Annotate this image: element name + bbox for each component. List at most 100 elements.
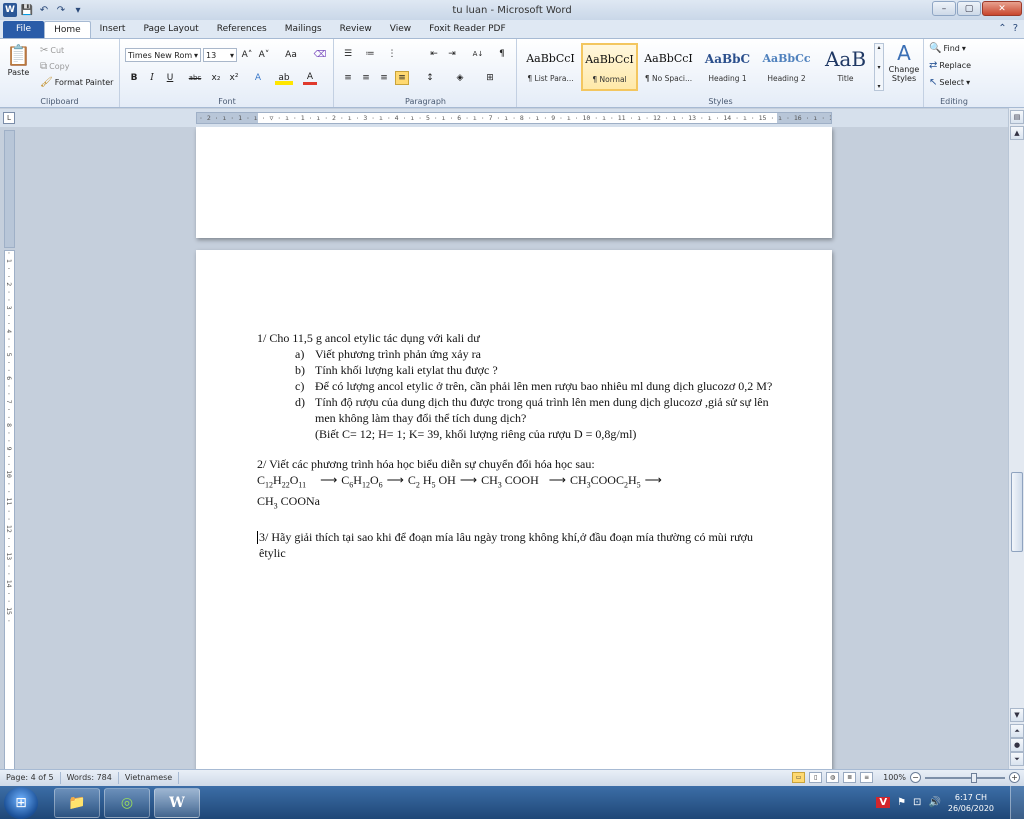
select-browse-object-icon[interactable]: ● (1010, 738, 1024, 752)
document-body[interactable]: 1/ Cho 11,5 g ancol etylic tác dụng với … (257, 330, 777, 561)
tab-home[interactable]: Home (44, 21, 91, 38)
clear-formatting-icon[interactable]: ⌫ (313, 48, 327, 62)
tab-review[interactable]: Review (331, 21, 381, 38)
word-app-icon[interactable]: W (3, 3, 17, 17)
bold-button[interactable]: B (127, 71, 141, 85)
shrink-font-button[interactable]: A˅ (257, 48, 271, 62)
style-title[interactable]: AaB Title (817, 43, 874, 91)
scroll-up-icon[interactable]: ▲ (1010, 126, 1024, 140)
page-current[interactable]: 1/ Cho 11,5 g ancol etylic tác dụng với … (196, 250, 832, 769)
align-center-icon[interactable]: ≡ (359, 71, 373, 85)
flag-icon[interactable]: ⚑ (897, 797, 906, 808)
file-explorer-icon[interactable]: 📁 (54, 787, 100, 818)
font-name-combo[interactable]: Times New Rom ▾ (125, 48, 201, 62)
borders-icon[interactable]: ⊞ (483, 71, 497, 85)
word-taskbar-icon[interactable]: W (154, 787, 200, 818)
horizontal-ruler[interactable]: · 2 · ı · 1 · ı · ▽ · ı · 1 · ı · 2 · ı … (196, 112, 832, 124)
align-left-icon[interactable]: ≡ (341, 71, 355, 85)
page-previous[interactable] (196, 127, 832, 238)
word-count[interactable]: Words: 784 (61, 772, 119, 784)
tab-view[interactable]: View (381, 21, 420, 38)
style-list-paragraph[interactable]: AaBbCcI ¶ List Para... (522, 43, 579, 91)
sort-button[interactable]: A↓ (469, 47, 487, 61)
undo-icon[interactable]: ↶ (37, 3, 51, 17)
previous-page-icon[interactable]: ⏶ (1010, 724, 1024, 738)
multilevel-list-icon[interactable]: ⋮ (385, 47, 399, 61)
next-page-icon[interactable]: ⏷ (1010, 752, 1024, 766)
decrease-indent-icon[interactable]: ⇤ (427, 47, 441, 61)
help-icon[interactable]: ? (1013, 23, 1018, 34)
zoom-in-icon[interactable]: + (1009, 772, 1020, 783)
browser-icon[interactable]: ◎ (104, 787, 150, 818)
zoom-slider[interactable] (925, 772, 1005, 783)
scroll-down-icon[interactable]: ▼ (1010, 708, 1024, 722)
tab-file[interactable]: File (3, 21, 45, 38)
text-effects-button[interactable]: A (251, 71, 265, 85)
select-button[interactable]: ↖ Select ▾ (929, 77, 970, 88)
bullets-icon[interactable]: ☰ (341, 47, 355, 61)
grow-font-button[interactable]: A˄ (240, 48, 254, 62)
clock[interactable]: 6:17 CH 26/06/2020 (948, 792, 994, 814)
font-size-combo[interactable]: 13 ▾ (203, 48, 237, 62)
subscript-button[interactable]: x₂ (209, 71, 223, 85)
volume-icon[interactable]: 🔊 (928, 797, 940, 808)
zoom-slider-knob[interactable] (971, 772, 977, 783)
tab-selector-icon[interactable]: L (3, 112, 15, 124)
shading-icon[interactable]: ◈ (453, 71, 467, 85)
tab-mailings[interactable]: Mailings (276, 21, 331, 38)
ruler-toggle-icon[interactable]: ▤ (1010, 110, 1024, 124)
full-screen-reading-icon[interactable]: ▯ (809, 772, 823, 783)
tab-page-layout[interactable]: Page Layout (134, 21, 207, 38)
increase-indent-icon[interactable]: ⇥ (445, 47, 459, 61)
page-count[interactable]: Page: 4 of 5 (0, 772, 61, 784)
cut-button[interactable]: ✂ Cut (40, 45, 64, 56)
print-layout-icon[interactable]: ▭ (792, 772, 806, 783)
zoom-level[interactable]: 100% (883, 773, 906, 782)
start-button[interactable]: ⊞ (4, 786, 38, 819)
align-right-icon[interactable]: ≡ (377, 71, 391, 85)
italic-button[interactable]: I (145, 71, 159, 85)
style-normal[interactable]: AaBbCcI ¶ Normal (581, 43, 638, 91)
network-icon[interactable]: ⊡ (913, 797, 921, 808)
paste-button[interactable]: 📋 Paste (6, 43, 31, 77)
superscript-button[interactable]: x² (227, 71, 241, 85)
show-hide-button[interactable]: ¶ (495, 47, 509, 61)
justify-icon[interactable]: ≡ (395, 71, 409, 85)
outline-icon[interactable]: ≣ (843, 772, 857, 783)
style-heading-1[interactable]: AaBbC Heading 1 (699, 43, 756, 91)
close-button[interactable]: ✕ (982, 1, 1022, 16)
line-spacing-icon[interactable]: ↕ (423, 71, 437, 85)
find-button[interactable]: 🔍 Find ▾ (929, 43, 966, 54)
tab-foxit-reader-pdf[interactable]: Foxit Reader PDF (420, 21, 515, 38)
vertical-ruler[interactable]: · 1 · · 2 · · 3 · · 4 · · 5 · · 6 · · 7 … (4, 250, 15, 770)
document-area[interactable]: 1/ Cho 11,5 g ancol etylic tác dụng với … (18, 127, 1008, 769)
font-color-button[interactable]: A (303, 71, 317, 85)
strikethrough-button[interactable]: abc (185, 71, 205, 85)
maximize-button[interactable]: ▢ (957, 1, 981, 16)
minimize-ribbon-icon[interactable]: ⌃ (998, 23, 1006, 34)
styles-scroll[interactable]: ▴ ▾ ▾ (874, 43, 884, 91)
copy-button[interactable]: ⧉ Copy (40, 61, 69, 72)
numbering-icon[interactable]: ≔ (363, 47, 377, 61)
vertical-scrollbar[interactable]: ▤ ▲ ▼ ⏶ ● ⏷ (1008, 108, 1024, 769)
change-case-button[interactable]: Aa (281, 48, 301, 62)
minimize-button[interactable]: – (932, 1, 956, 16)
style-heading-2[interactable]: AaBbCc Heading 2 (758, 43, 815, 91)
underline-button[interactable]: U (163, 71, 177, 85)
highlight-button[interactable]: ab (275, 71, 293, 85)
zoom-out-icon[interactable]: − (910, 772, 921, 783)
web-layout-icon[interactable]: ◍ (826, 772, 840, 783)
qat-customize-icon[interactable]: ▾ (71, 3, 85, 17)
tab-references[interactable]: References (208, 21, 276, 38)
scroll-thumb[interactable] (1011, 472, 1023, 552)
antivirus-tray-icon[interactable]: V (876, 797, 891, 808)
language[interactable]: Vietnamese (119, 772, 180, 784)
show-desktop-button[interactable] (1010, 786, 1024, 819)
save-icon[interactable]: 💾 (20, 3, 34, 17)
tab-insert[interactable]: Insert (91, 21, 135, 38)
change-styles-button[interactable]: A Change Styles (886, 41, 922, 83)
style-no-spacing[interactable]: AaBbCcI ¶ No Spaci... (640, 43, 697, 91)
format-painter-button[interactable]: 🖌 Format Painter (40, 77, 113, 88)
replace-button[interactable]: ⇄ Replace (929, 60, 971, 71)
redo-icon[interactable]: ↷ (54, 3, 68, 17)
